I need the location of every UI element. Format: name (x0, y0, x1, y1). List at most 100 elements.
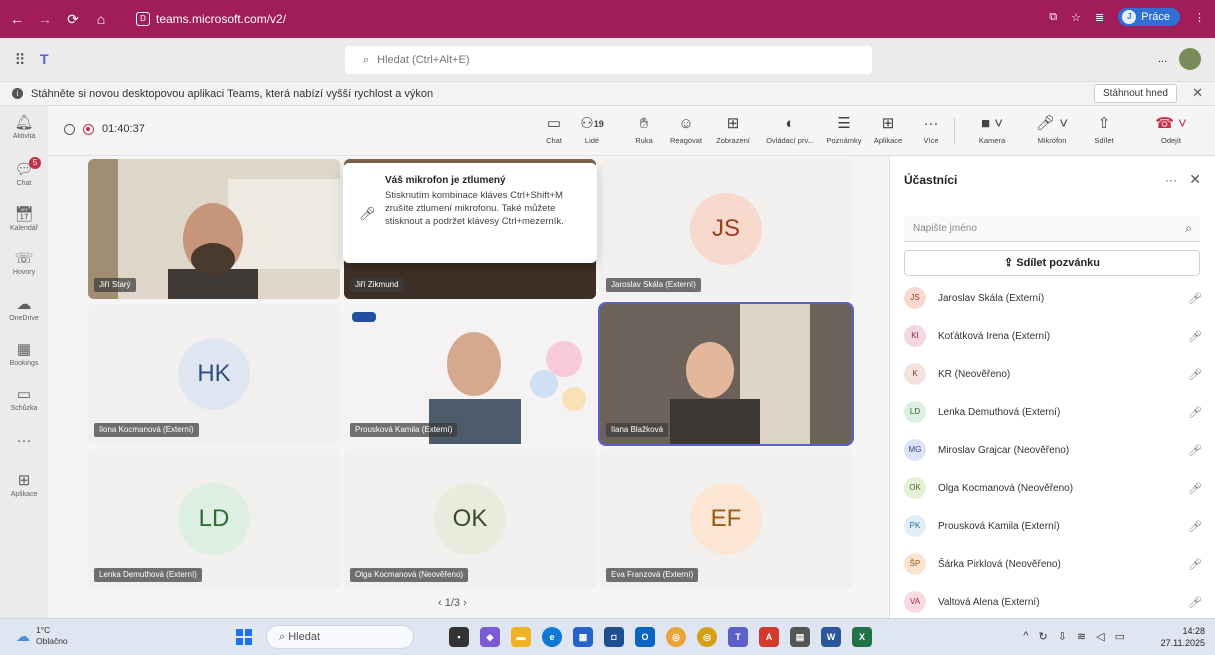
wifi-icon[interactable]: ≋ (1077, 630, 1086, 643)
close-icon[interactable]: ✕ (1189, 171, 1201, 188)
battery-icon[interactable]: ▭ (1115, 630, 1125, 643)
participant-row[interactable]: LD Lenka Demuthová (Externí) 🎤︎ (904, 397, 1204, 427)
microphone-button[interactable]: 🎤︎ ˅ Mikrofon (1026, 114, 1078, 145)
participant-search-input[interactable]: Napište jméno ⌕ (904, 216, 1200, 242)
task-view-icon[interactable]: ▪ (449, 627, 469, 647)
participant-row[interactable]: JS Jaroslav Skála (Externí) 🎤︎ (904, 283, 1204, 313)
favorite-star-icon[interactable]: ☆ (1071, 11, 1081, 24)
file-explorer-icon[interactable]: ▬ (511, 627, 531, 647)
chevron-up-icon[interactable]: ^ (1023, 630, 1028, 643)
taskbar-search-input[interactable]: ⌕ Hledat (266, 625, 414, 649)
prev-page-icon[interactable]: ‹ (438, 597, 442, 609)
pdf-reader-icon[interactable]: A (759, 627, 779, 647)
apps-button[interactable]: ⊞ Aplikace (868, 114, 908, 145)
download-now-button[interactable]: Stáhnout hned (1093, 84, 1177, 103)
forward-icon[interactable]: → (34, 11, 56, 27)
clock-time: 14:28 (1182, 626, 1205, 636)
rail-item-bookings[interactable]: ▦ Bookings (0, 341, 48, 367)
camera-button[interactable]: ■ ˅ Kamera (968, 114, 1016, 145)
collections-icon[interactable]: ≣ (1095, 11, 1104, 24)
excel-icon[interactable]: X (852, 627, 872, 647)
volume-icon[interactable]: ◁ (1096, 630, 1104, 643)
address-bar[interactable]: D teams.microsoft.com/v2/ (126, 6, 296, 32)
copilot-icon[interactable]: ◆ (480, 627, 500, 647)
participant-row[interactable]: MG Miroslav Grajcar (Neověřeno) 🎤︎ (904, 435, 1204, 465)
word-icon[interactable]: W (821, 627, 841, 647)
rail-item-onedrive[interactable]: ☁ OneDrive (0, 296, 48, 322)
back-icon[interactable]: ← (6, 11, 28, 27)
search-icon: ⌕ (1185, 221, 1192, 235)
smiley-icon: ☺ (678, 115, 694, 132)
notes-button[interactable]: ☰ Poznámky (823, 114, 865, 145)
weather-widget[interactable]: ☁ 1°C Oblačno (16, 625, 68, 647)
site-favicon-icon: D (136, 12, 150, 26)
rail-item-apps[interactable]: ⊞ Aplikace (0, 472, 48, 498)
chrome-canary-icon[interactable]: ◎ (697, 627, 717, 647)
video-tile[interactable]: EF Eva Franzová (Externí) (600, 449, 852, 589)
participant-row[interactable]: PK Prousková Kamila (Externí) 🎤︎ (904, 511, 1204, 541)
edge-icon[interactable]: e (542, 627, 562, 647)
meeting-timer: 01:40:37 (102, 123, 145, 135)
app-launcher-icon[interactable]: ⠿ (0, 51, 40, 69)
video-tile[interactable]: JS Jaroslav Skála (Externí) (600, 159, 852, 299)
profile-button[interactable]: J Práce (1118, 8, 1180, 26)
calculator-icon[interactable]: ▤ (790, 627, 810, 647)
rail-item-calendar[interactable]: 📅︎ Kalendář (0, 206, 48, 232)
refresh-icon[interactable]: ↻ (1038, 630, 1047, 643)
mic-muted-toast: 🎤︎ Váš mikrofon je ztlumený Stisknutím k… (343, 163, 597, 263)
participant-row[interactable]: OK Olga Kocmanová (Neověřeno) 🎤︎ (904, 473, 1204, 503)
info-circle-icon[interactable] (64, 123, 75, 135)
usb-icon[interactable]: ⇩ (1058, 630, 1067, 643)
more-options-icon[interactable]: ··· (1165, 173, 1177, 187)
rail-item-meetings[interactable]: ▭ Schůzka (0, 386, 48, 412)
raise-hand-button[interactable]: ✋︎ Ruka (630, 114, 658, 145)
windows-start-icon[interactable] (236, 629, 252, 645)
browser-menu-icon[interactable]: ⋮ (1194, 11, 1205, 24)
avatar: ŠP (904, 553, 926, 575)
split-screen-icon[interactable]: ⧉ (1049, 11, 1057, 24)
leave-button[interactable]: ☎ ˅ Odejít (1148, 114, 1194, 145)
share-button[interactable]: ⇧ Sdílet (1088, 114, 1120, 145)
reload-icon[interactable]: ⟳ (62, 11, 84, 28)
chat-button[interactable]: ▭ Chat (538, 114, 570, 145)
more-button[interactable]: ··· Více (916, 114, 946, 145)
mic-off-icon: 🎤︎ (1188, 368, 1202, 381)
settings-more-icon[interactable]: ... (1158, 53, 1167, 65)
react-button[interactable]: ☺ Reagovat (666, 114, 706, 145)
global-search-input[interactable]: ⌕ Hledat (Ctrl+Alt+E) (345, 46, 872, 74)
mic-off-icon: 🎤︎ ˅ (1036, 115, 1068, 132)
participant-initials-avatar: HK (178, 338, 250, 410)
teams-icon[interactable]: T (728, 627, 748, 647)
share-invite-button[interactable]: ⇪ Sdílet pozvánku (904, 250, 1200, 276)
user-avatar[interactable] (1179, 48, 1201, 70)
rail-item-chat[interactable]: 💬︎ 5 Chat (0, 157, 48, 187)
video-tile[interactable]: OK Olga Kocmanová (Neověřeno) (344, 449, 596, 589)
people-icon: ⚇19 (580, 115, 604, 132)
close-icon[interactable]: ✕ (1192, 85, 1203, 101)
view-button[interactable]: ⊞ Zobrazení (710, 114, 756, 145)
chrome-icon[interactable]: ◎ (666, 627, 686, 647)
rail-item-more[interactable]: ··· (0, 432, 48, 450)
rail-item-calls[interactable]: ☏ Hovory (0, 250, 48, 276)
next-page-icon[interactable]: › (463, 597, 467, 609)
video-tile[interactable]: Prousková Kamila (Externí) (344, 304, 596, 444)
system-clock[interactable]: 14:28 27.11.2025 (1161, 625, 1205, 649)
hang-up-icon: ☎ ˅ (1155, 115, 1187, 132)
participant-row[interactable]: KI Koťátková Irena (Externí) 🎤︎ (904, 321, 1204, 351)
video-tile[interactable]: Ilana Blažková (598, 302, 854, 446)
controls-button[interactable]: ◐ Ovládací prv... (759, 114, 821, 145)
participant-row[interactable]: VA Valtová Alena (Externí) 🎤︎ (904, 587, 1204, 617)
store-icon[interactable]: ▦ (573, 627, 593, 647)
dell-icon[interactable]: ◘ (604, 627, 624, 647)
video-tile[interactable]: Jiří Starý (88, 159, 340, 299)
rail-item-activity[interactable]: 🔔︎ Aktivita (0, 114, 48, 140)
participant-row[interactable]: ŠP Šárka Pirklová (Neověřeno) 🎤︎ (904, 549, 1204, 579)
participant-row[interactable]: K KR (Neověřeno) 🎤︎ (904, 359, 1204, 389)
avatar: LD (904, 401, 926, 423)
outlook-icon[interactable]: O (635, 627, 655, 647)
video-tile[interactable]: LD Lenka Demuthová (Externí) (88, 449, 340, 589)
people-button[interactable]: ⚇19 Lidé (576, 114, 608, 145)
people-count: 19 (593, 119, 604, 129)
video-tile[interactable]: HK Ilona Kocmanová (Externí) (88, 304, 340, 444)
home-icon[interactable]: ⌂ (90, 11, 112, 27)
